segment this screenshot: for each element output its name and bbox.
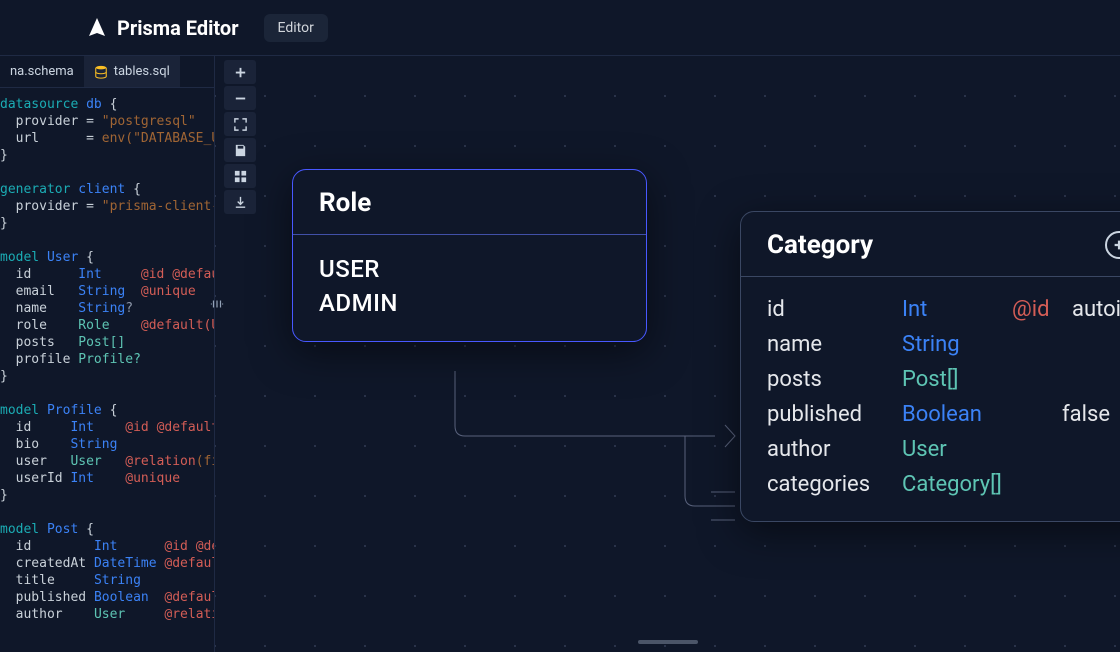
app-header: Prisma Editor Editor xyxy=(0,0,1120,56)
editor-mode-button[interactable]: Editor xyxy=(264,14,328,42)
tab-schema[interactable]: na.schema xyxy=(0,56,84,87)
node-category[interactable]: Category id Int @id autoincrement name S… xyxy=(740,211,1120,522)
code-panel: na.schema tables.sql datasource db { pro… xyxy=(0,56,215,652)
field-row: published Boolean false xyxy=(767,402,1120,427)
main-area: na.schema tables.sql datasource db { pro… xyxy=(0,56,1120,652)
download-button[interactable] xyxy=(224,190,256,214)
app-title: Prisma Editor xyxy=(117,16,239,40)
diagram-canvas[interactable]: Role USER ADMIN Category id Int @id auto xyxy=(215,56,1120,652)
node-title: Category xyxy=(741,212,1120,277)
field-row: categories Category[] xyxy=(767,472,1120,497)
zoom-in-button[interactable] xyxy=(224,60,256,84)
tab-sql[interactable]: tables.sql xyxy=(84,56,180,87)
add-field-button[interactable] xyxy=(1105,231,1120,259)
field-row: author User xyxy=(767,437,1120,462)
zoom-out-button[interactable] xyxy=(224,86,256,110)
node-title: Role xyxy=(293,170,646,235)
column-resize-handle[interactable] xyxy=(210,296,224,310)
field-row: id Int @id autoincrement xyxy=(767,297,1120,322)
file-tabs: na.schema tables.sql xyxy=(0,56,214,88)
code-editor[interactable]: datasource db { provider = "postgresql" … xyxy=(0,88,214,652)
field-row: name String xyxy=(767,332,1120,357)
database-icon xyxy=(94,65,108,79)
canvas-toolbar xyxy=(224,60,256,214)
enum-value: USER xyxy=(319,255,620,283)
layout-button[interactable] xyxy=(224,164,256,188)
field-row: posts Post[] xyxy=(767,367,1120,392)
bottom-drag-handle[interactable] xyxy=(638,640,698,644)
file-tab-label: tables.sql xyxy=(114,64,170,79)
fit-view-button[interactable] xyxy=(224,112,256,136)
node-role[interactable]: Role USER ADMIN xyxy=(292,169,647,342)
app-logo: Prisma Editor xyxy=(85,16,239,40)
save-button[interactable] xyxy=(224,138,256,162)
enum-value: ADMIN xyxy=(319,289,620,317)
prisma-logo-icon xyxy=(85,16,109,40)
file-tab-label: na.schema xyxy=(10,64,74,79)
